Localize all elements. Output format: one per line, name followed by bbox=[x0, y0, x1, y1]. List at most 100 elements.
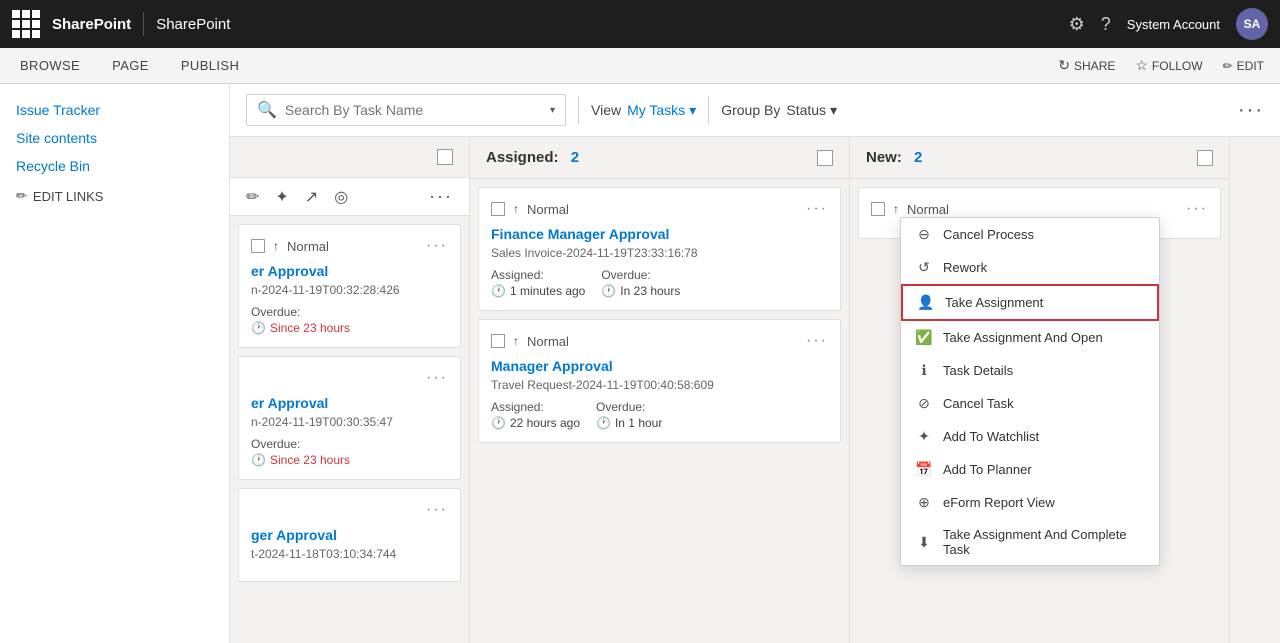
groupby-label: Group By bbox=[721, 102, 780, 118]
add-planner-icon: 📅 bbox=[915, 461, 933, 478]
add-watchlist-icon: ✦ bbox=[915, 428, 933, 445]
add-planner-label: Add To Planner bbox=[943, 462, 1032, 477]
context-menu-take-assignment[interactable]: 👤 Take Assignment bbox=[901, 284, 1159, 321]
assigned-select-all-checkbox[interactable] bbox=[817, 150, 833, 166]
new-select-all-checkbox[interactable] bbox=[1197, 150, 1213, 166]
overdue-label: Overdue: bbox=[251, 437, 350, 451]
card-more-button[interactable]: ··· bbox=[806, 200, 828, 218]
take-complete-label: Take Assignment And Complete Task bbox=[943, 527, 1145, 557]
tab-page[interactable]: PAGE bbox=[108, 50, 153, 81]
waffle-icon[interactable] bbox=[12, 10, 40, 38]
tab-browse[interactable]: BROWSE bbox=[16, 50, 84, 81]
context-menu-cancel-task[interactable]: ⊘ Cancel Task bbox=[901, 387, 1159, 420]
clock-icon: 🕐 bbox=[251, 321, 266, 335]
partial-select-all-checkbox[interactable] bbox=[437, 149, 453, 165]
priority-label: Normal bbox=[907, 202, 949, 217]
assigned-meta-label: Assigned: bbox=[491, 268, 585, 282]
clock-icon: 🕐 bbox=[251, 453, 266, 467]
card: ↑ Normal ··· Manager Approval Travel Req… bbox=[478, 319, 841, 443]
card: ··· er Approval n-2024-11-19T00:30:35:47… bbox=[238, 356, 461, 480]
view-dropdown[interactable]: My Tasks ▾ bbox=[627, 102, 696, 119]
context-menu-take-complete[interactable]: ⬇ Take Assignment And Complete Task bbox=[901, 519, 1159, 565]
meta-overdue: Overdue: 🕐 Since 23 hours bbox=[251, 437, 350, 467]
toolbar-divider-2 bbox=[708, 96, 709, 124]
help-icon[interactable]: ? bbox=[1101, 14, 1111, 35]
card-title[interactable]: er Approval bbox=[251, 263, 448, 279]
card-checkbox[interactable] bbox=[871, 202, 885, 216]
site-name[interactable]: SharePoint bbox=[156, 16, 230, 33]
card-title[interactable]: er Approval bbox=[251, 395, 448, 411]
card-more-button[interactable]: ··· bbox=[426, 501, 448, 519]
avatar[interactable]: SA bbox=[1236, 8, 1268, 40]
card-checkbox[interactable] bbox=[491, 202, 505, 216]
context-menu-add-watchlist[interactable]: ✦ Add To Watchlist bbox=[901, 420, 1159, 453]
pencil-icon: ✏ bbox=[16, 188, 27, 204]
search-box[interactable]: 🔍 ▾ bbox=[246, 94, 566, 126]
assigned-meta-value: 🕐 22 hours ago bbox=[491, 416, 580, 430]
card-subtitle: n-2024-11-19T00:32:28:426 bbox=[251, 283, 448, 297]
take-assignment-open-icon: ✅ bbox=[915, 329, 933, 346]
card-subtitle: Travel Request-2024-11-19T00:40:58:609 bbox=[491, 378, 828, 392]
take-assignment-open-label: Take Assignment And Open bbox=[943, 330, 1103, 345]
card-checkbox[interactable] bbox=[491, 334, 505, 348]
card-more-button[interactable]: ··· bbox=[806, 332, 828, 350]
brand-name[interactable]: SharePoint bbox=[52, 16, 131, 33]
card-title[interactable]: ger Approval bbox=[251, 527, 448, 543]
share-button[interactable]: ↻ SHARE bbox=[1058, 57, 1115, 74]
new-column-title: New: bbox=[866, 149, 906, 166]
context-menu-take-assignment-open[interactable]: ✅ Take Assignment And Open bbox=[901, 321, 1159, 354]
sparkle-tool-icon[interactable]: ✦ bbox=[275, 187, 288, 207]
edit-links-button[interactable]: ✏ EDIT LINKS bbox=[0, 180, 229, 212]
add-watchlist-label: Add To Watchlist bbox=[943, 429, 1039, 444]
follow-button[interactable]: ☆ FOLLOW bbox=[1135, 57, 1202, 74]
card-subtitle: Sales Invoice-2024-11-19T23:33:16:78 bbox=[491, 246, 828, 260]
sidebar-item-site-contents[interactable]: Site contents bbox=[0, 124, 229, 152]
take-assignment-label: Take Assignment bbox=[945, 295, 1043, 310]
card-more-button[interactable]: ··· bbox=[1186, 200, 1208, 218]
clock-icon: 🕐 bbox=[601, 284, 616, 298]
export-tool-icon[interactable]: ↗ bbox=[305, 187, 318, 207]
partial-column-toolbar: ✏ ✦ ↗ ◎ ··· bbox=[230, 178, 469, 216]
context-menu-rework[interactable]: ↺ Rework bbox=[901, 251, 1159, 284]
priority-label: Normal bbox=[527, 334, 569, 349]
groupby-dropdown[interactable]: Status ▾ bbox=[786, 102, 837, 119]
context-menu-cancel-process[interactable]: ⊖ Cancel Process bbox=[901, 218, 1159, 251]
sidebar: Issue Tracker Site contents Recycle Bin … bbox=[0, 84, 230, 643]
partial-col-more[interactable]: ··· bbox=[429, 186, 453, 207]
tab-publish[interactable]: PUBLISH bbox=[177, 50, 243, 81]
assigned-column-header: Assigned: 2 bbox=[470, 137, 849, 179]
priority-icon: ↑ bbox=[513, 202, 519, 216]
card: ↑ Normal ··· Finance Manager Approval Sa… bbox=[478, 187, 841, 311]
assigned-meta-label: Assigned: bbox=[491, 400, 580, 414]
sidebar-item-issue-tracker[interactable]: Issue Tracker bbox=[0, 96, 229, 124]
follow-icon: ☆ bbox=[1135, 57, 1148, 74]
settings-icon[interactable]: ⚙ bbox=[1069, 14, 1085, 35]
search-dropdown-icon[interactable]: ▾ bbox=[550, 105, 555, 116]
card-title[interactable]: Manager Approval bbox=[491, 358, 828, 374]
assigned-meta-value: 🕐 1 minutes ago bbox=[491, 284, 585, 298]
card-title[interactable]: Finance Manager Approval bbox=[491, 226, 828, 242]
card-more-button[interactable]: ··· bbox=[426, 237, 448, 255]
topbar-divider bbox=[143, 12, 144, 36]
search-icon: 🔍 bbox=[257, 100, 277, 120]
take-complete-icon: ⬇ bbox=[915, 534, 933, 551]
card-subtitle: n-2024-11-19T00:30:35:47 bbox=[251, 415, 448, 429]
card-more-button[interactable]: ··· bbox=[426, 369, 448, 387]
cancel-process-icon: ⊖ bbox=[915, 226, 933, 243]
overdue-value: 🕐 In 1 hour bbox=[596, 416, 662, 430]
main-layout: Issue Tracker Site contents Recycle Bin … bbox=[0, 84, 1280, 643]
edit-button[interactable]: ✏ EDIT bbox=[1223, 59, 1264, 73]
card-checkbox[interactable] bbox=[251, 239, 265, 253]
priority-label: Normal bbox=[527, 202, 569, 217]
toolbar: 🔍 ▾ View My Tasks ▾ Group By Status ▾ bbox=[230, 84, 1280, 137]
card-top: ↑ Normal ··· bbox=[871, 200, 1208, 218]
context-menu-eform-report[interactable]: ⊕ eForm Report View bbox=[901, 486, 1159, 519]
context-menu-add-planner[interactable]: 📅 Add To Planner bbox=[901, 453, 1159, 486]
tag-tool-icon[interactable]: ◎ bbox=[334, 187, 348, 207]
search-input[interactable] bbox=[285, 102, 542, 118]
priority-icon: ↑ bbox=[893, 202, 899, 216]
toolbar-more-button[interactable]: ··· bbox=[1238, 99, 1264, 122]
context-menu-task-details[interactable]: ℹ Task Details bbox=[901, 354, 1159, 387]
sidebar-item-recycle-bin[interactable]: Recycle Bin bbox=[0, 152, 229, 180]
edit-tool-icon[interactable]: ✏ bbox=[246, 187, 259, 207]
